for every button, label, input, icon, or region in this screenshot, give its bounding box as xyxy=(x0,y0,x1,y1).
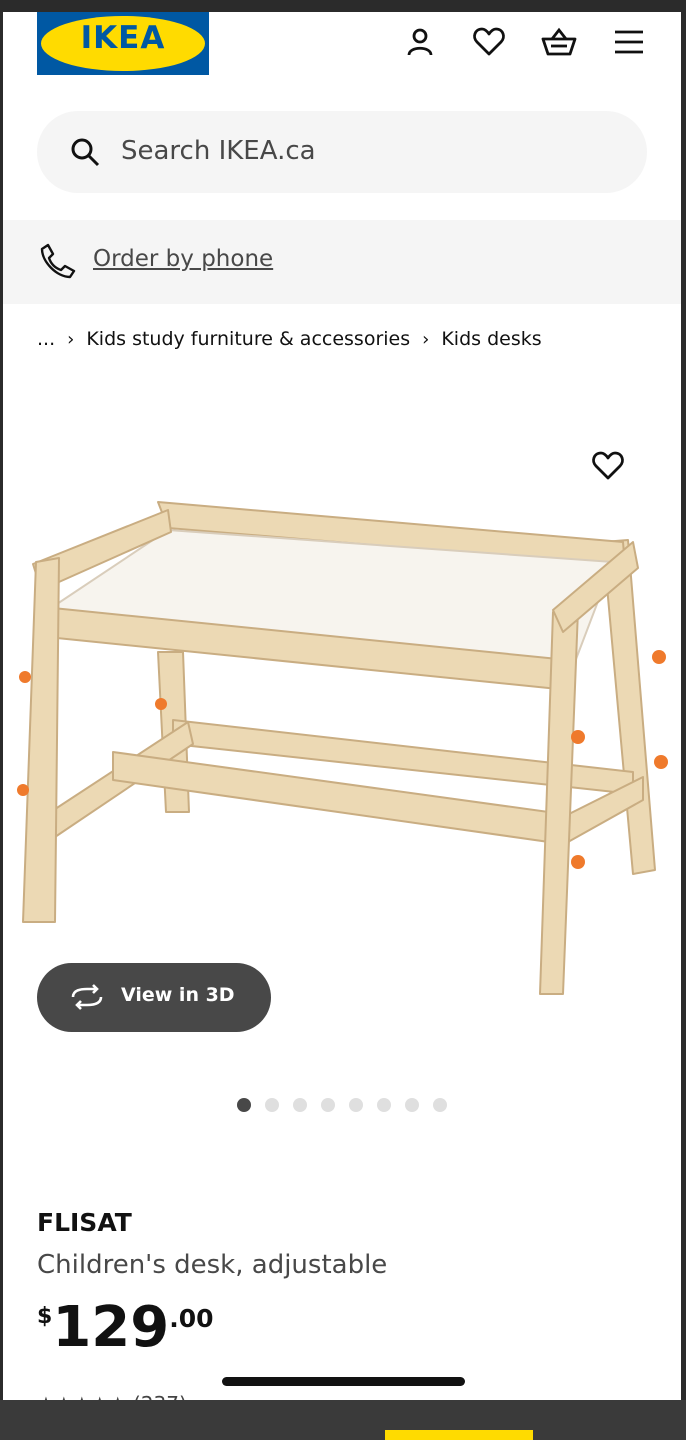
product-price: $ 129 .00 xyxy=(37,1298,214,1358)
carousel-dot[interactable] xyxy=(349,1098,363,1112)
home-indicator[interactable] xyxy=(222,1377,465,1386)
breadcrumb-ellipsis[interactable]: ... xyxy=(37,328,55,350)
header: IKEA xyxy=(3,12,681,108)
order-by-phone-banner: Order by phone xyxy=(3,220,681,304)
carousel-dot[interactable] xyxy=(433,1098,447,1112)
rating-row[interactable]: ★★★★★ (237) xyxy=(37,1392,187,1400)
price-currency: $ xyxy=(37,1304,53,1329)
search-placeholder: Search IKEA.ca xyxy=(121,136,316,166)
price-decimal: .00 xyxy=(169,1304,214,1333)
breadcrumb: ... › Kids study furniture & accessories… xyxy=(37,328,542,350)
order-by-phone-link[interactable]: Order by phone xyxy=(93,246,273,272)
product-name: FLISAT xyxy=(37,1208,132,1237)
breadcrumb-item-kids-desks[interactable]: Kids desks xyxy=(441,328,541,350)
basket-icon[interactable] xyxy=(541,24,577,60)
screen: IKEA Search IKEA.ca Order by phone ... ›… xyxy=(3,12,681,1400)
product-image[interactable] xyxy=(3,482,681,1002)
chevron-right-icon: › xyxy=(422,328,430,350)
review-count: (237) xyxy=(133,1392,187,1400)
carousel-dot[interactable] xyxy=(377,1098,391,1112)
product-description: Children's desk, adjustable xyxy=(37,1250,388,1280)
breadcrumb-item-kids-study[interactable]: Kids study furniture & accessories xyxy=(86,328,410,350)
save-to-favourites-heart-icon[interactable] xyxy=(591,450,625,486)
carousel-dot[interactable] xyxy=(265,1098,279,1112)
view-in-3d-label: View in 3D xyxy=(121,984,235,1006)
search-icon xyxy=(69,136,101,172)
carousel-dot[interactable] xyxy=(405,1098,419,1112)
star-rating-icons: ★★★★★ xyxy=(37,1392,133,1400)
rotate-3d-icon xyxy=(69,984,105,1014)
heart-icon[interactable] xyxy=(471,24,507,60)
logo-text: IKEA xyxy=(80,20,166,56)
account-icon[interactable] xyxy=(402,24,438,60)
image-carousel-dots xyxy=(237,1098,447,1112)
price-integer: 129 xyxy=(52,1295,170,1360)
bottom-bar xyxy=(0,1400,686,1440)
phone-icon xyxy=(39,242,77,284)
carousel-dot[interactable] xyxy=(293,1098,307,1112)
menu-icon[interactable] xyxy=(611,24,647,60)
view-in-3d-button[interactable]: View in 3D xyxy=(37,963,271,1032)
search-bar[interactable]: Search IKEA.ca xyxy=(37,111,647,193)
chevron-right-icon: › xyxy=(67,328,75,350)
carousel-dot[interactable] xyxy=(237,1098,251,1112)
bottom-accent xyxy=(385,1430,533,1440)
carousel-dot[interactable] xyxy=(321,1098,335,1112)
ikea-logo[interactable]: IKEA xyxy=(37,12,209,75)
